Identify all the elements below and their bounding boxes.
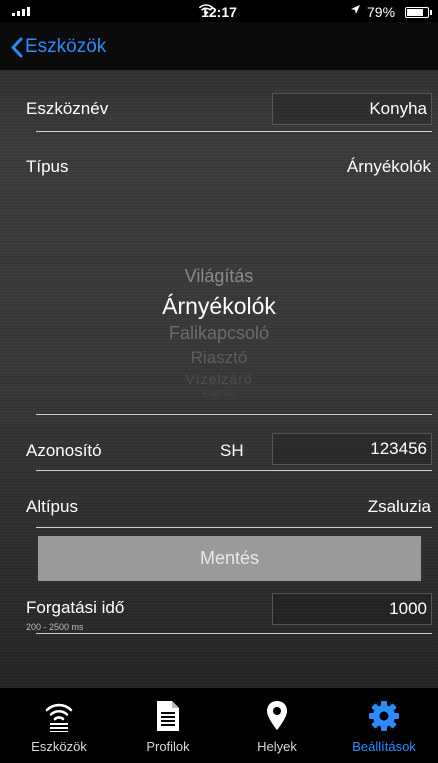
rotation-time-label: Forgatási idő (26, 598, 125, 617)
picker-option[interactable]: Riasztó (0, 348, 438, 368)
map-pin-icon (222, 700, 332, 732)
id-prefix: SH (220, 441, 244, 460)
rotation-time-hint: 200 - 2500 ms (26, 622, 84, 632)
type-picker[interactable]: Világítás Árnyékolók Falikapcsoló Riaszt… (0, 260, 438, 410)
chevron-left-icon (11, 37, 23, 57)
back-button[interactable]: Eszközök (10, 36, 106, 58)
tab-places[interactable]: Helyek (222, 688, 332, 763)
battery-icon (405, 7, 432, 18)
separator (36, 527, 432, 528)
wifi-signal-icon (4, 700, 114, 732)
battery-percentage: 79% (367, 4, 396, 20)
tab-profiles[interactable]: Profilok (113, 688, 223, 763)
id-label: Azonosító (26, 441, 102, 460)
separator (36, 633, 432, 634)
picker-option[interactable]: Kapuk (0, 388, 438, 399)
tab-places-label: Helyek (257, 739, 297, 754)
tab-settings-label: Beállítások (352, 739, 416, 754)
tab-devices[interactable]: Eszközök (4, 688, 114, 763)
status-bar: 12:17 79% (0, 0, 438, 22)
subtype-value[interactable]: Zsaluzia (230, 497, 431, 517)
tab-bar: Eszközök Profilok Helyek Beállítások (0, 688, 438, 763)
tab-settings[interactable]: Beállítások (329, 688, 438, 763)
document-icon (113, 700, 223, 732)
picker-option[interactable]: Vízelzáró (0, 371, 438, 387)
tab-devices-label: Eszközök (31, 739, 87, 754)
separator (36, 131, 432, 132)
gear-icon (329, 700, 438, 732)
separator (36, 470, 432, 471)
subtype-label: Altípus (26, 497, 78, 516)
picker-option[interactable]: Világítás (0, 266, 438, 287)
tab-profiles-label: Profilok (146, 739, 190, 754)
back-button-label: Eszközök (25, 36, 107, 57)
device-name-label: Eszköznév (26, 99, 109, 118)
rotation-time-field[interactable]: 1000 (272, 593, 432, 625)
picker-option[interactable]: Falikapcsoló (0, 323, 438, 344)
picker-option-selected[interactable]: Árnyékolók (0, 293, 438, 320)
type-value[interactable]: Árnyékolók (230, 157, 431, 177)
type-label: Típus (26, 157, 69, 176)
separator (36, 414, 432, 415)
id-field[interactable]: 123456 (272, 433, 432, 465)
location-arrow-icon (350, 3, 361, 18)
save-button[interactable]: Mentés (38, 536, 421, 581)
device-name-field[interactable]: Konyha (272, 93, 432, 125)
